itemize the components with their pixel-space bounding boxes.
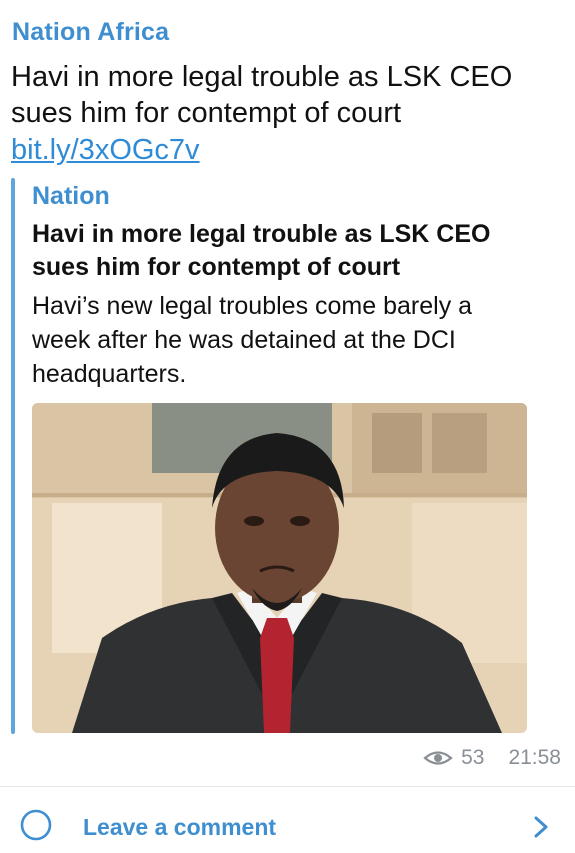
preview-accent-bar [11, 178, 15, 734]
post-text: Havi in more legal trouble as LSK CEO su… [11, 61, 513, 129]
preview-title: Havi in more legal trouble as LSK CEO su… [32, 220, 491, 281]
comment-bubble-icon [20, 809, 52, 841]
leave-comment-label: Leave a comment [83, 814, 277, 840]
preview-photo [32, 403, 527, 733]
preview-description: Havi’s new legal troubles come barely a … [32, 292, 473, 388]
preview-site-name: Nation [32, 182, 110, 210]
post-link[interactable]: bit.ly/3xOGc7v [11, 132, 200, 168]
message-bubble[interactable]: Nation Africa Havi in more legal trouble… [0, 0, 575, 853]
leave-comment-button[interactable]: Leave a comment [0, 800, 575, 853]
chevron-right-icon [534, 816, 548, 838]
message-time: 21:58 [508, 746, 561, 769]
channel-name[interactable]: Nation Africa [12, 18, 169, 47]
message-meta: 53 21:58 [423, 746, 561, 770]
views-eye-icon [423, 751, 453, 765]
views-count: 53 [461, 746, 485, 769]
preview-image[interactable] [32, 403, 527, 733]
divider [0, 786, 575, 787]
link-preview[interactable]: Nation Havi in more legal trouble as LSK… [11, 178, 541, 742]
